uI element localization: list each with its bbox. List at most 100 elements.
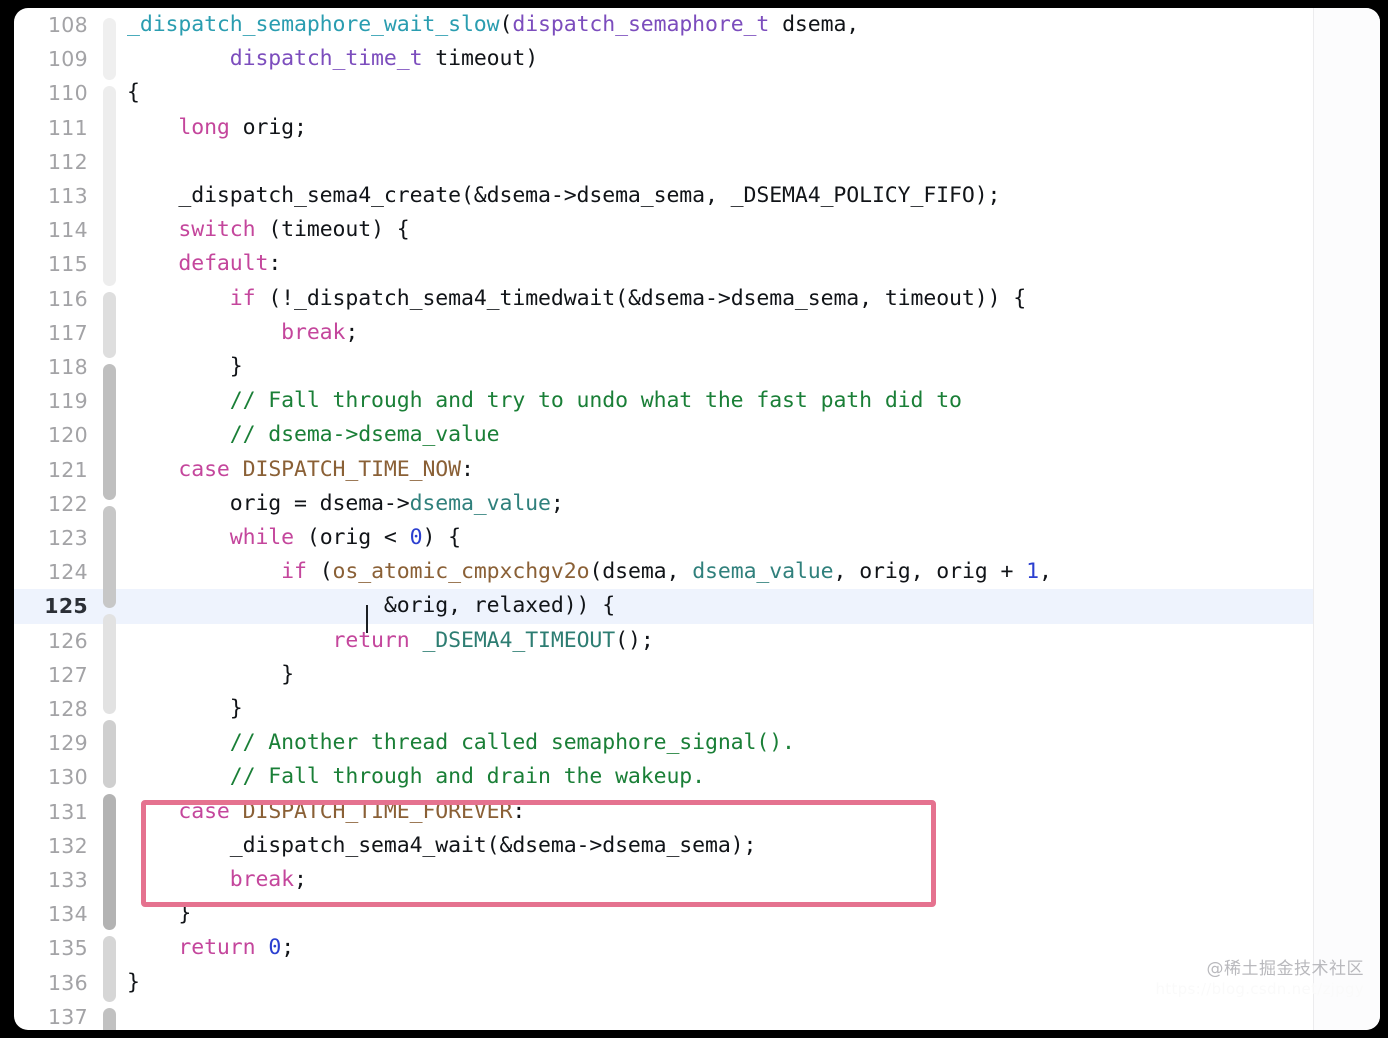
change-indicator-pill[interactable] xyxy=(103,1008,116,1030)
code-line[interactable]: 109 dispatch_time_t timeout) xyxy=(14,42,1313,76)
code-line[interactable]: 121 case DISPATCH_TIME_NOW: xyxy=(14,453,1313,487)
code-line[interactable]: 125 &orig, relaxed)) { xyxy=(14,589,1313,624)
line-source[interactable]: } xyxy=(127,966,1313,1000)
change-indicator-pill[interactable] xyxy=(103,614,116,714)
line-source[interactable]: break; xyxy=(127,863,1313,897)
code-line[interactable]: 128 } xyxy=(14,692,1313,726)
code-line[interactable]: 116 if (!_dispatch_sema4_timedwait(&dsem… xyxy=(14,282,1313,316)
line-source[interactable]: return _DSEMA4_TIMEOUT(); xyxy=(127,624,1313,658)
line-source[interactable]: break; xyxy=(127,316,1313,350)
line-source[interactable]: while (orig < 0) { xyxy=(127,521,1313,555)
minimap-scrollbar-strip[interactable] xyxy=(1313,8,1380,1030)
code-line[interactable]: 112 xyxy=(14,145,1313,179)
line-number: 121 xyxy=(47,457,88,482)
change-indicator-gutter[interactable] xyxy=(103,8,116,1030)
code-line[interactable]: 130 // Fall through and drain the wakeup… xyxy=(14,760,1313,794)
code-token: break xyxy=(229,867,294,892)
code-line[interactable]: 122 orig = dsema->dsema_value; xyxy=(14,487,1313,521)
line-source[interactable]: } xyxy=(127,350,1313,384)
line-source[interactable]: { xyxy=(127,76,1313,110)
code-line[interactable]: 113 _dispatch_sema4_create(&dsema->dsema… xyxy=(14,179,1313,213)
line-source[interactable]: if (os_atomic_cmpxchgv2o(dsema, dsema_va… xyxy=(127,555,1313,589)
line-source[interactable]: _dispatch_semaphore_wait_slow(dispatch_s… xyxy=(127,8,1313,42)
code-line[interactable]: 132 _dispatch_sema4_wait(&dsema->dsema_s… xyxy=(14,829,1313,863)
code-token: ; xyxy=(281,935,295,961)
code-line[interactable]: 127 } xyxy=(14,658,1313,692)
code-line[interactable]: 119 // Fall through and try to undo what… xyxy=(14,384,1313,418)
line-source[interactable]: if (!_dispatch_sema4_timedwait(&dsema->d… xyxy=(127,282,1313,316)
change-indicator-pill[interactable] xyxy=(103,936,116,1002)
code-token: dsema, xyxy=(769,12,860,37)
code-token: , orig, orig + xyxy=(833,559,1027,585)
code-token: dispatch_semaphore_t xyxy=(512,12,770,37)
code-token: (timeout) { xyxy=(255,217,410,243)
line-source[interactable]: case DISPATCH_TIME_FOREVER: xyxy=(127,795,1313,829)
line-source[interactable]: // dsema->dsema_value xyxy=(127,418,1313,452)
code-line[interactable]: 131 case DISPATCH_TIME_FOREVER: xyxy=(14,795,1313,829)
code-surface[interactable]: 108 _dispatch_semaphore_wait_slow(dispatc… xyxy=(14,8,1313,1030)
line-number: 130 xyxy=(47,765,88,790)
code-token: (orig < xyxy=(294,525,410,550)
line-source[interactable]: long orig; xyxy=(127,111,1313,145)
code-token: orig; xyxy=(229,114,307,140)
code-line[interactable]: 124 if (os_atomic_cmpxchgv2o(dsema, dsem… xyxy=(14,555,1313,589)
line-source[interactable]: } xyxy=(127,897,1313,931)
line-source[interactable]: } xyxy=(127,658,1313,692)
line-source[interactable]: case DISPATCH_TIME_NOW: xyxy=(127,453,1313,487)
code-line[interactable]: 120 // dsema->dsema_value xyxy=(14,418,1313,452)
code-token: _dispatch_sema4_create(&dsema->dsema_sem… xyxy=(127,183,1001,208)
code-line[interactable]: 135 return 0; xyxy=(14,931,1313,965)
code-line[interactable]: 133 break; xyxy=(14,863,1313,897)
line-source[interactable]: &orig, relaxed)) { xyxy=(127,589,1313,623)
code-line[interactable]: 126 return _DSEMA4_TIMEOUT(); xyxy=(14,624,1313,658)
line-source[interactable]: _dispatch_sema4_create(&dsema->dsema_sem… xyxy=(127,179,1313,213)
change-indicator-pill[interactable] xyxy=(103,506,116,608)
code-token: if xyxy=(281,559,307,585)
code-token: timeout) xyxy=(422,46,539,72)
line-number: 125 xyxy=(44,594,88,619)
line-source[interactable]: // Another thread called semaphore_signa… xyxy=(127,726,1313,760)
code-token: // Fall through and try to undo what the… xyxy=(229,388,962,414)
code-line[interactable]: 129 // Another thread called semaphore_s… xyxy=(14,726,1313,760)
code-line[interactable]: 111 long orig; xyxy=(14,111,1313,145)
line-source[interactable]: return 0; xyxy=(127,931,1313,965)
code-line[interactable]: 118 } xyxy=(14,350,1313,384)
code-line[interactable]: 123 while (orig < 0) { xyxy=(14,521,1313,555)
change-indicator-pill[interactable] xyxy=(103,86,116,286)
code-line[interactable]: 108 _dispatch_semaphore_wait_slow(dispatc… xyxy=(14,8,1313,42)
line-number: 128 xyxy=(47,697,88,721)
line-number: 112 xyxy=(47,149,88,174)
code-token: : xyxy=(512,798,526,824)
change-indicator-pill[interactable] xyxy=(103,292,116,358)
code-line[interactable]: 117 break; xyxy=(14,316,1313,350)
line-number: 116 xyxy=(47,286,88,311)
code-line[interactable]: 114 switch (timeout) { xyxy=(14,213,1313,247)
line-source[interactable]: } xyxy=(127,692,1313,726)
line-source[interactable]: default: xyxy=(127,247,1313,281)
code-token: 0 xyxy=(409,525,423,550)
code-token: return xyxy=(332,627,410,653)
line-source[interactable]: orig = dsema->dsema_value; xyxy=(127,487,1313,521)
code-line[interactable]: 136} xyxy=(14,966,1313,1000)
code-token: } xyxy=(127,661,294,687)
change-indicator-pill[interactable] xyxy=(103,364,116,500)
change-indicator-pill[interactable] xyxy=(103,720,116,788)
change-indicator-pill[interactable] xyxy=(103,794,116,930)
code-token: // dsema->dsema_value xyxy=(229,422,500,448)
code-line[interactable]: 137 xyxy=(14,1000,1313,1030)
line-source[interactable]: dispatch_time_t timeout) xyxy=(127,42,1313,76)
line-number: 127 xyxy=(47,662,88,687)
line-source[interactable]: // Fall through and drain the wakeup. xyxy=(127,760,1313,794)
line-number: 129 xyxy=(47,731,88,756)
change-indicator-pill[interactable] xyxy=(103,18,116,80)
line-source[interactable]: // Fall through and try to undo what the… xyxy=(127,384,1313,418)
code-line[interactable]: 134 } xyxy=(14,897,1313,931)
code-line[interactable]: 115 default: xyxy=(14,247,1313,281)
line-source[interactable]: switch (timeout) { xyxy=(127,213,1313,247)
line-source[interactable]: _dispatch_sema4_wait(&dsema->dsema_sema)… xyxy=(127,829,1313,863)
code-line[interactable]: 110 { xyxy=(14,76,1313,110)
